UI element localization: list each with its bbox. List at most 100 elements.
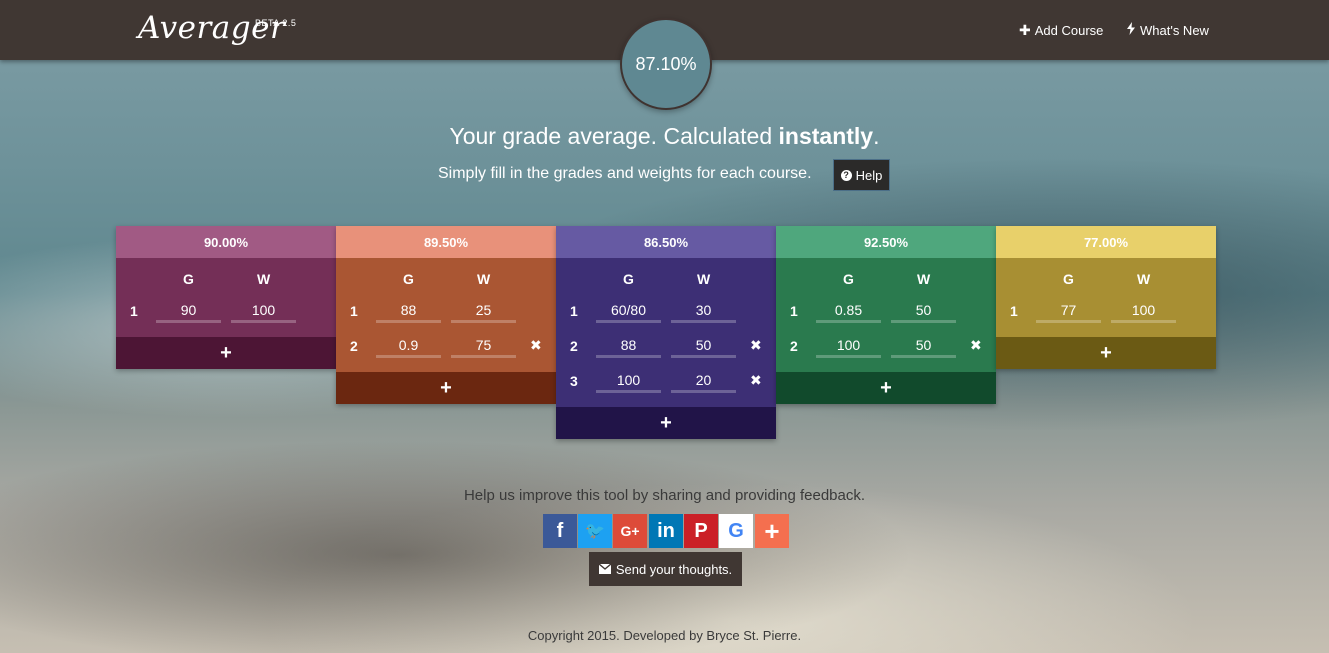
grade-row: 2 0.9 75 ✖ (336, 329, 556, 364)
whats-new-label: What's New (1140, 22, 1209, 38)
google-plus-icon[interactable]: G+ (613, 514, 647, 548)
google-icon[interactable]: G (719, 514, 753, 548)
course-body: G W 1 60/80 30 2 88 50 ✖ 3 100 20 ✖ (556, 258, 776, 407)
course-body-spacer (116, 329, 336, 337)
grade-column-header: G (403, 271, 414, 287)
grade-row: 3 100 20 ✖ (556, 364, 776, 399)
add-grade-button[interactable]: + (776, 372, 996, 404)
linkedin-icon[interactable]: in (649, 514, 683, 548)
overall-average-badge: 87.10% (620, 18, 712, 110)
twitter-icon[interactable]: 🐦 (578, 514, 612, 548)
row-number: 1 (130, 303, 138, 319)
row-number: 1 (570, 303, 578, 319)
copyright-text: Copyright 2015. Developed by Bryce St. P… (527, 628, 802, 643)
course-card: 92.50% G W 1 0.85 50 2 100 50 ✖ + (776, 226, 996, 404)
course-average: 86.50% (556, 226, 776, 258)
delete-row-icon[interactable]: ✖ (750, 337, 762, 354)
headline-text: Your grade average. Calculated (449, 123, 779, 149)
course-body: G W 1 88 25 2 0.9 75 ✖ (336, 258, 556, 372)
course-card: 90.00% G W 1 90 100 + (116, 226, 336, 369)
pinterest-icon[interactable]: P (684, 514, 718, 548)
grade-input[interactable]: 100 (596, 369, 661, 393)
add-course-button[interactable]: ✚ Add Course (1019, 22, 1103, 39)
grade-column-header: G (1063, 271, 1074, 287)
grade-input[interactable]: 77 (1036, 299, 1101, 323)
send-feedback-button[interactable]: Send your thoughts. (589, 552, 742, 586)
feedback-prompt: Help us improve this tool by sharing and… (463, 487, 866, 504)
add-grade-button[interactable]: + (116, 337, 336, 369)
add-grade-button[interactable]: + (996, 337, 1216, 369)
grade-input[interactable]: 88 (596, 334, 661, 358)
course-column-headers: GW (116, 258, 336, 294)
course-average: 92.50% (776, 226, 996, 258)
plus-icon: ✚ (1019, 22, 1031, 38)
app-logo[interactable]: Averager (138, 10, 285, 46)
page-subtitle: Simply fill in the grades and weights fo… (438, 165, 812, 182)
row-number: 1 (350, 303, 358, 319)
help-button[interactable]: ? Help (833, 159, 890, 191)
grade-input[interactable]: 60/80 (596, 299, 661, 323)
course-column-headers: GW (776, 258, 996, 294)
course-body-spacer (996, 329, 1216, 337)
add-grade-button[interactable]: + (336, 372, 556, 404)
delete-row-icon[interactable]: ✖ (530, 337, 542, 354)
grade-row: 2 88 50 ✖ (556, 329, 776, 364)
course-column-headers: GW (336, 258, 556, 294)
grade-row: 1 77 100 (996, 294, 1216, 329)
grade-row: 2 100 50 ✖ (776, 329, 996, 364)
weight-input[interactable]: 30 (671, 299, 736, 323)
add-grade-button[interactable]: + (556, 407, 776, 439)
grade-column-header: G (623, 271, 634, 287)
delete-row-icon[interactable]: ✖ (750, 372, 762, 389)
course-card: 77.00% G W 1 77 100 + (996, 226, 1216, 369)
weight-input[interactable]: 20 (671, 369, 736, 393)
row-number: 3 (570, 373, 578, 389)
weight-input[interactable]: 100 (1111, 299, 1176, 323)
beta-version-badge: BETA 2.5 (255, 18, 297, 28)
grade-input[interactable]: 0.9 (376, 334, 441, 358)
grade-column-header: G (843, 271, 854, 287)
course-card: 86.50% G W 1 60/80 30 2 88 50 ✖ 3 100 20 ✖ + (556, 226, 776, 439)
delete-row-icon[interactable]: ✖ (970, 337, 982, 354)
row-number: 2 (350, 338, 358, 354)
weight-input[interactable]: 50 (891, 299, 956, 323)
row-number: 2 (790, 338, 798, 354)
grade-row: 1 0.85 50 (776, 294, 996, 329)
weight-input[interactable]: 50 (671, 334, 736, 358)
row-number: 2 (570, 338, 578, 354)
course-body-spacer (336, 364, 556, 372)
weight-input[interactable]: 100 (231, 299, 296, 323)
weight-input[interactable]: 25 (451, 299, 516, 323)
course-card: 89.50% G W 1 88 25 2 0.9 75 ✖ + (336, 226, 556, 404)
weight-column-header: W (477, 271, 491, 287)
course-column-headers: GW (556, 258, 776, 294)
course-body: G W 1 77 100 (996, 258, 1216, 337)
grade-input[interactable]: 88 (376, 299, 441, 323)
grade-input[interactable]: 100 (816, 334, 881, 358)
grade-column-header: G (183, 271, 194, 287)
course-average: 89.50% (336, 226, 556, 258)
question-circle-icon: ? (840, 169, 852, 181)
add-course-label: Add Course (1034, 23, 1104, 38)
grade-input[interactable]: 0.85 (816, 299, 881, 323)
grade-input[interactable]: 90 (156, 299, 221, 323)
page-headline: Your grade average. Calculated instantly… (0, 123, 1329, 150)
weight-column-header: W (1137, 271, 1151, 287)
envelope-icon (598, 562, 612, 577)
course-body: G W 1 0.85 50 2 100 50 ✖ (776, 258, 996, 372)
weight-input[interactable]: 50 (891, 334, 956, 358)
grade-row: 1 88 25 (336, 294, 556, 329)
grade-row: 1 90 100 (116, 294, 336, 329)
row-number: 1 (1010, 303, 1018, 319)
weight-column-header: W (257, 271, 271, 287)
help-label: Help (855, 167, 883, 183)
headline-period: . (873, 123, 880, 149)
facebook-icon[interactable]: f (543, 514, 577, 548)
course-average: 90.00% (116, 226, 336, 258)
weight-input[interactable]: 75 (451, 334, 516, 358)
whats-new-link[interactable]: What's New (1126, 22, 1209, 38)
weight-column-header: W (697, 271, 711, 287)
more-share-icon[interactable]: + (755, 514, 789, 548)
grade-row: 1 60/80 30 (556, 294, 776, 329)
course-body-spacer (556, 399, 776, 407)
